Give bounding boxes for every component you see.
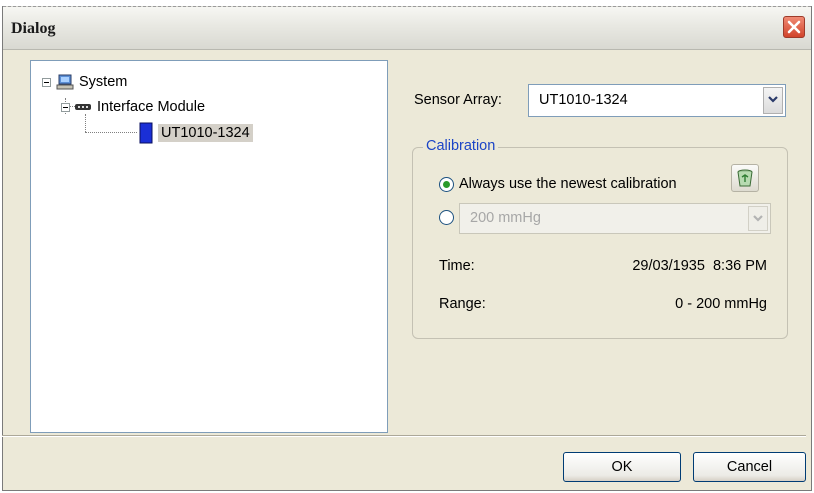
- newest-calibration-radio[interactable]: [439, 177, 454, 192]
- collapse-toggle[interactable]: [42, 77, 51, 87]
- sensor-icon: [139, 122, 153, 144]
- sensor-array-value: UT1010-1324: [539, 92, 628, 108]
- specific-calibration-radio[interactable]: [439, 210, 454, 225]
- calibration-dropdown-button: [748, 206, 768, 231]
- calibration-select-value: 200 mmHg: [470, 210, 541, 226]
- calibration-select: 200 mmHg: [459, 203, 771, 234]
- title-bar[interactable]: Dialog: [3, 6, 811, 50]
- footer-separator: [2, 435, 806, 437]
- tree-label-system: System: [79, 74, 128, 90]
- device-tree[interactable]: System Interface Module UT1010-1324: [30, 60, 388, 433]
- chevron-down-icon: [768, 96, 778, 103]
- tree-node-system[interactable]: System: [42, 74, 127, 90]
- tree-label-sensor: UT1010-1324: [158, 124, 253, 142]
- time-value: 29/03/1935 8:36 PM: [632, 258, 767, 274]
- recycle-bin-icon: [737, 169, 753, 187]
- close-icon: [787, 20, 801, 34]
- tree-node-sensor[interactable]: UT1010-1324: [139, 122, 253, 144]
- sensor-array-select[interactable]: UT1010-1324: [528, 84, 786, 117]
- ok-button[interactable]: OK: [563, 452, 681, 482]
- collapse-toggle[interactable]: [61, 102, 70, 112]
- close-button[interactable]: [783, 16, 805, 38]
- calibration-legend: Calibration: [423, 138, 499, 154]
- chevron-down-icon: [753, 215, 763, 222]
- tree-node-interface-module[interactable]: Interface Module: [61, 99, 205, 115]
- interface-module-icon: [75, 104, 91, 110]
- recycle-button[interactable]: [731, 164, 759, 192]
- dropdown-button[interactable]: [763, 87, 783, 114]
- newest-calibration-label[interactable]: Always use the newest calibration: [459, 176, 677, 192]
- tree-label-interface-module: Interface Module: [97, 99, 206, 115]
- range-value: 0 - 200 mmHg: [675, 296, 767, 312]
- window-title: Dialog: [11, 20, 56, 37]
- time-label: Time:: [439, 258, 475, 274]
- cancel-button[interactable]: Cancel: [693, 452, 806, 482]
- range-label: Range:: [439, 296, 486, 312]
- sensor-array-label: Sensor Array:: [414, 92, 502, 108]
- calibration-group: Calibration Always use the newest calibr…: [412, 138, 788, 339]
- computer-icon: [56, 74, 74, 90]
